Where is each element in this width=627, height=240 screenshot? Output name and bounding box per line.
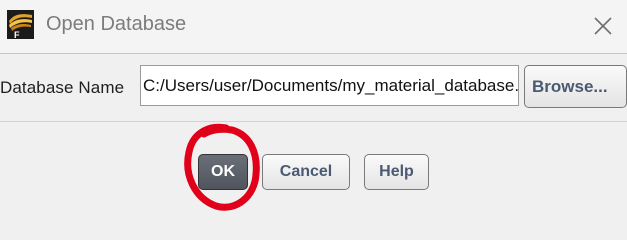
database-name-input[interactable]: C:/Users/user/Documents/my_material_data… bbox=[140, 65, 519, 106]
close-icon[interactable] bbox=[592, 15, 614, 37]
database-name-value: C:/Users/user/Documents/my_material_data… bbox=[143, 76, 519, 95]
fluent-app-icon: F bbox=[7, 10, 34, 39]
cancel-button[interactable]: Cancel bbox=[262, 154, 350, 190]
separator bbox=[0, 121, 627, 122]
ok-button[interactable]: OK bbox=[198, 154, 248, 190]
window-title: Open Database bbox=[46, 13, 187, 35]
svg-text:F: F bbox=[14, 30, 20, 39]
help-button[interactable]: Help bbox=[364, 154, 429, 190]
title-bar: F Open Database bbox=[0, 0, 627, 54]
browse-button[interactable]: Browse... bbox=[524, 65, 627, 108]
database-name-label: Database Name bbox=[0, 78, 125, 97]
